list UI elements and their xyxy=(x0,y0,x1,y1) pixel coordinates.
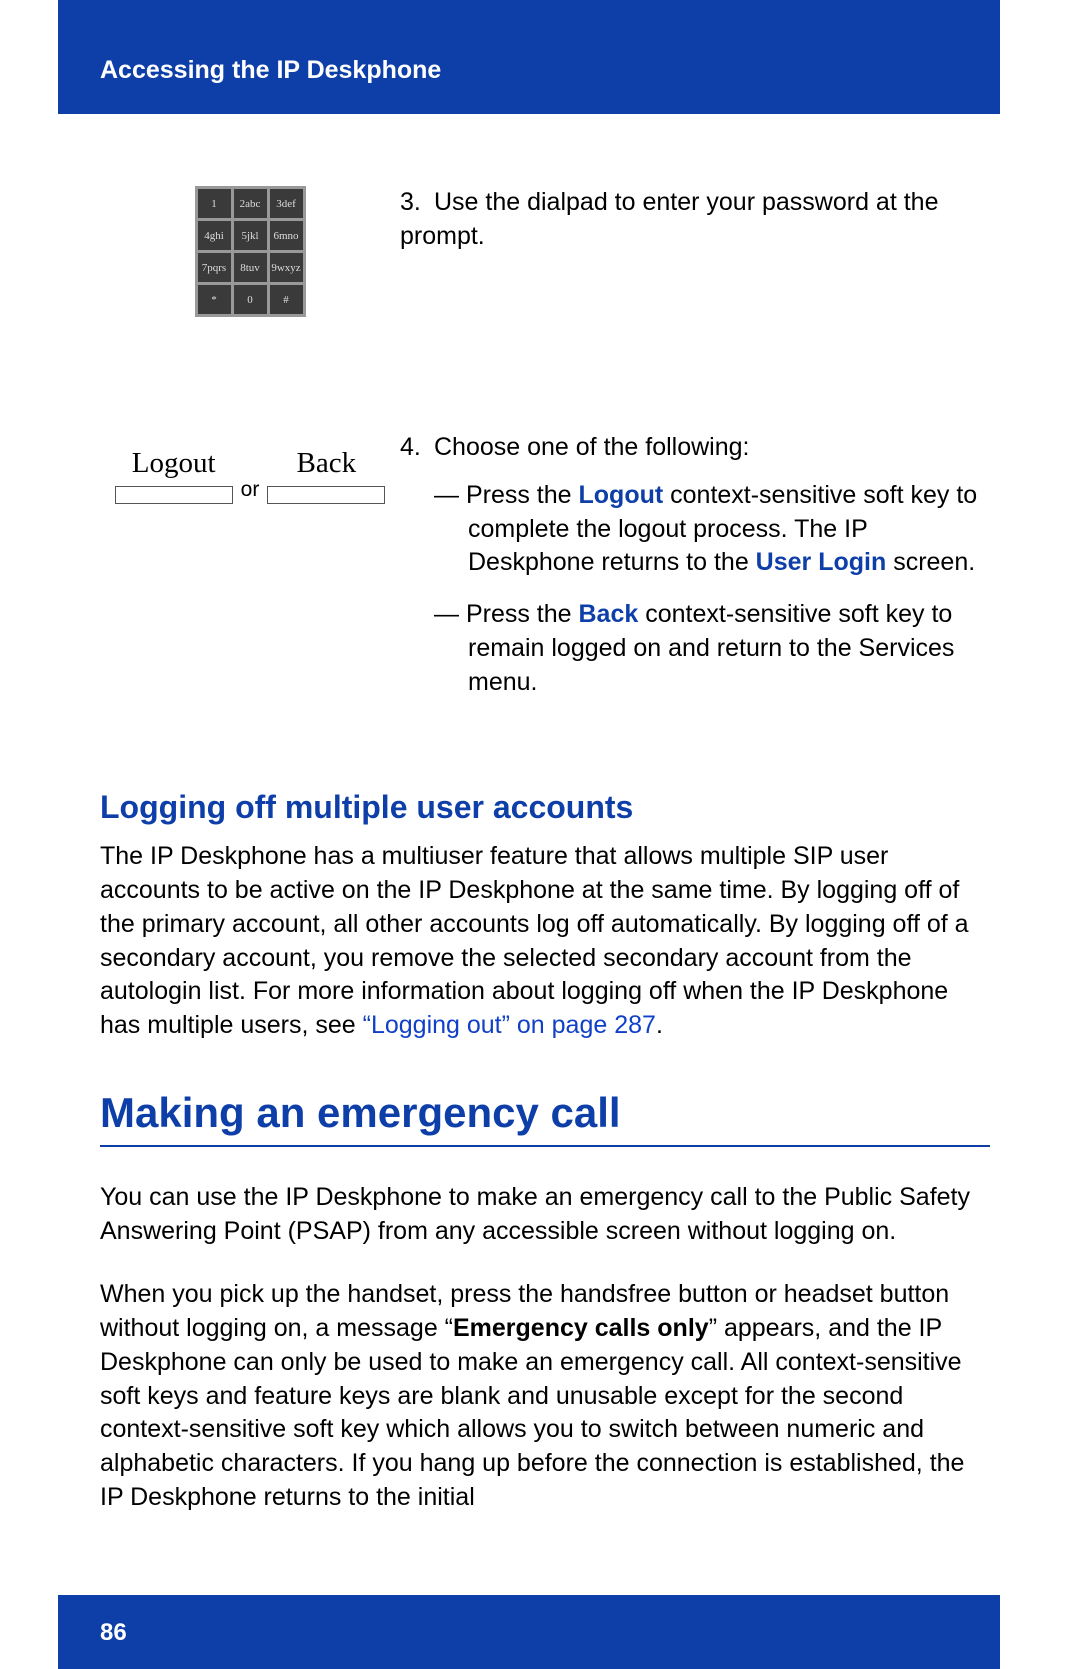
dialpad-key: * xyxy=(198,285,231,314)
header-title: Accessing the IP Deskphone xyxy=(100,56,1000,85)
softkey-back-button[interactable] xyxy=(267,486,385,504)
step-number: 3. xyxy=(400,186,434,220)
step-intro: Choose one of the following: xyxy=(434,433,750,461)
back-keyword: Back xyxy=(579,600,639,628)
page-number: 86 xyxy=(100,1619,1000,1647)
dialpad-key: 5jkl xyxy=(234,221,267,250)
user-login-keyword: User Login xyxy=(756,548,887,576)
softkey-back: Back xyxy=(267,447,385,504)
softkey-logout-button[interactable] xyxy=(115,486,233,504)
emergency-para-2: When you pick up the handset, press the … xyxy=(100,1278,990,1514)
dialpad-key: 0 xyxy=(234,285,267,314)
softkey-group: Logout or Back xyxy=(115,447,386,504)
softkey-logout-label: Logout xyxy=(132,447,216,480)
footer-band: 86 xyxy=(58,1595,1000,1669)
emergency-para-1: You can use the IP Deskphone to make an … xyxy=(100,1181,990,1249)
header-band: Accessing the IP Deskphone xyxy=(58,0,1000,114)
dialpad-key: 8tuv xyxy=(234,253,267,282)
step-4-text: 4.Choose one of the following: — Press t… xyxy=(400,431,990,717)
emergency-calls-only-text: Emergency calls only xyxy=(453,1314,709,1342)
softkey-back-label: Back xyxy=(297,447,357,480)
dialpad-icon: 1 2abc 3def 4ghi 5jkl 6mno 7pqrs 8tuv 9w… xyxy=(195,186,306,317)
dialpad-key: 2abc xyxy=(234,189,267,218)
softkey-or: or xyxy=(241,478,260,502)
logging-out-link[interactable]: “Logging out” on page 287 xyxy=(363,1011,656,1039)
section-heading-emergency: Making an emergency call xyxy=(100,1089,990,1147)
section-para-logging-off: The IP Deskphone has a multiuser feature… xyxy=(100,840,990,1043)
dialpad-key: 9wxyz xyxy=(270,253,303,282)
step-number: 4. xyxy=(400,431,434,465)
dialpad-key: # xyxy=(270,285,303,314)
dialpad-key: 7pqrs xyxy=(198,253,231,282)
step-3-text: 3.Use the dialpad to enter your password… xyxy=(400,186,990,254)
step-3-row: 1 2abc 3def 4ghi 5jkl 6mno 7pqrs 8tuv 9w… xyxy=(100,186,990,317)
dialpad-key: 3def xyxy=(270,189,303,218)
step-4-sublist: — Press the Logout context-sensitive sof… xyxy=(400,479,990,700)
step-body: Use the dialpad to enter your password a… xyxy=(400,188,938,250)
logout-keyword: Logout xyxy=(579,481,664,509)
step-4-visual: Logout or Back xyxy=(100,427,400,504)
softkey-logout: Logout xyxy=(115,447,233,504)
dialpad-key: 6mno xyxy=(270,221,303,250)
section-heading-logging-off: Logging off multiple user accounts xyxy=(100,789,990,826)
step-3-visual: 1 2abc 3def 4ghi 5jkl 6mno 7pqrs 8tuv 9w… xyxy=(100,186,400,317)
dialpad-key: 1 xyxy=(198,189,231,218)
dialpad-key: 4ghi xyxy=(198,221,231,250)
content-area: 1 2abc 3def 4ghi 5jkl 6mno 7pqrs 8tuv 9w… xyxy=(100,150,990,1515)
sublist-item-2: — Press the Back context-sensitive soft … xyxy=(434,598,990,699)
step-4-row: Logout or Back 4.Choose one of the follo… xyxy=(100,427,990,717)
sublist-item-1: — Press the Logout context-sensitive sof… xyxy=(434,479,990,580)
